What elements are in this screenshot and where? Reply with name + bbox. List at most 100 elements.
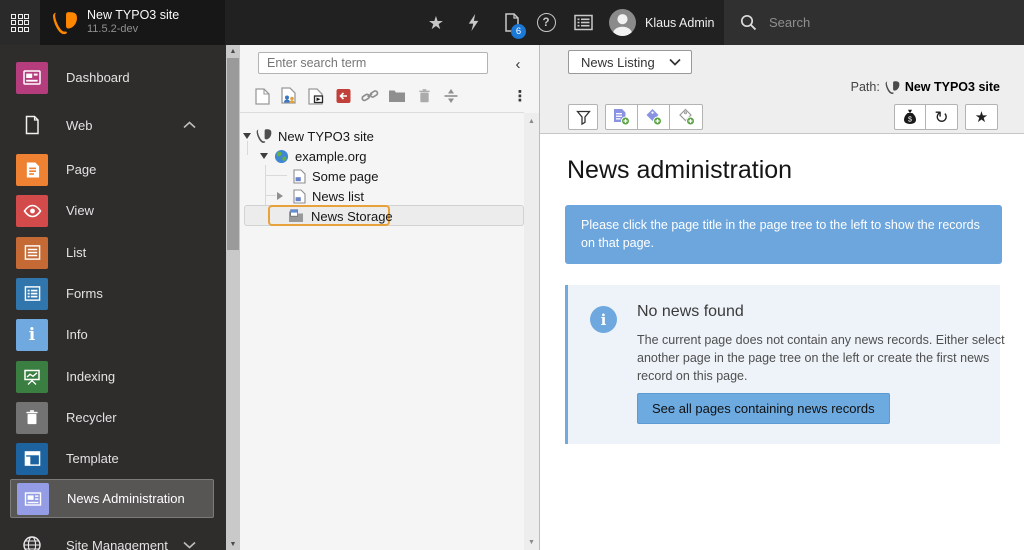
tree-node-label: News list xyxy=(312,189,364,204)
page-icon xyxy=(293,189,306,204)
sidebar-section-site-management[interactable]: Site Management xyxy=(10,529,214,550)
donate-button[interactable]: $ xyxy=(894,104,926,130)
opened-documents-button[interactable]: 6 xyxy=(496,8,526,37)
star-icon: ★ xyxy=(975,110,988,125)
sidebar-item-recycler[interactable]: Recycler xyxy=(10,397,214,438)
indexing-module-icon xyxy=(16,361,48,393)
new-tag-icon xyxy=(678,108,695,126)
add-tag-button[interactable] xyxy=(670,104,703,130)
topbar-search-input[interactable] xyxy=(769,15,969,30)
typo3-logo-gray-icon xyxy=(256,128,272,144)
topbar-search[interactable] xyxy=(724,0,1024,45)
scroll-down-arrow[interactable]: ▼ xyxy=(226,538,240,550)
brand-block[interactable]: New TYPO3 site 11.5.2-dev xyxy=(40,0,225,45)
news-administration-module-icon xyxy=(17,483,49,515)
template-module-icon xyxy=(16,443,48,475)
mount-point-icon[interactable] xyxy=(307,86,325,106)
scrollbar-thumb[interactable] xyxy=(227,58,239,250)
sidebar-item-label: Forms xyxy=(66,286,103,301)
chevron-down-icon xyxy=(669,58,681,66)
add-news-record-button[interactable] xyxy=(605,104,638,130)
sidebar-section-web[interactable]: Web xyxy=(10,109,214,141)
trash-icon[interactable] xyxy=(415,86,433,106)
folder-icon[interactable] xyxy=(388,86,406,106)
question-mark-icon: ? xyxy=(537,13,556,32)
module-function-select[interactable]: News Listing xyxy=(568,50,692,74)
sidebar-scrollbar[interactable]: ▲ ▼ xyxy=(226,45,240,550)
tree-toggle-collapsed-icon[interactable] xyxy=(277,192,283,200)
kebab-menu-icon[interactable]: ⋮ xyxy=(508,84,532,108)
tree-connector xyxy=(265,195,276,196)
sidebar-item-list[interactable]: List xyxy=(10,232,214,273)
log-list-icon xyxy=(574,14,593,31)
sidebar-item-forms[interactable]: Forms xyxy=(10,273,214,314)
module-menu-toggle-button[interactable] xyxy=(0,0,40,45)
link-icon[interactable] xyxy=(361,86,379,106)
grid-icon xyxy=(11,14,29,32)
sidebar-item-dashboard[interactable]: Dashboard xyxy=(10,57,214,98)
bookmark-shortcut-button[interactable]: ★ xyxy=(965,104,998,130)
news-storage-folder-icon xyxy=(288,209,304,223)
new-page-people-icon[interactable] xyxy=(280,86,298,106)
tree-node-root[interactable]: New TYPO3 site xyxy=(243,126,374,146)
search-icon xyxy=(740,14,757,31)
opened-documents-badge: 6 xyxy=(511,24,526,39)
user-menu[interactable]: Klaus Admin xyxy=(609,0,714,45)
info-module-icon: i xyxy=(16,319,48,351)
filter-button[interactable] xyxy=(568,104,598,130)
tree-node-news-list[interactable]: News list xyxy=(277,186,364,206)
bookmarks-button[interactable]: ★ xyxy=(421,8,451,37)
tree-scrollbar[interactable]: ▲ ▼ xyxy=(524,113,539,550)
tree-node-news-storage-selected[interactable]: News Storage xyxy=(288,206,393,226)
sidebar-item-label: Recycler xyxy=(66,410,117,425)
sidebar-item-label: Info xyxy=(66,327,88,342)
sidebar-item-info[interactable]: i Info xyxy=(10,314,214,355)
sidebar-item-indexing[interactable]: Indexing xyxy=(10,356,214,397)
sidebar-item-label: Indexing xyxy=(66,369,115,384)
view-module-icon xyxy=(16,195,48,227)
scroll-down-arrow[interactable]: ▼ xyxy=(524,536,539,548)
sidebar-item-template[interactable]: Template xyxy=(10,438,214,479)
new-page-drag-toolbar xyxy=(253,84,460,108)
tree-toggle-expanded-icon[interactable] xyxy=(243,133,251,139)
page-icon xyxy=(293,169,306,184)
breadcrumb: Path: New TYPO3 site xyxy=(851,79,1000,95)
forms-module-icon xyxy=(16,278,48,310)
scroll-up-arrow[interactable]: ▲ xyxy=(524,115,539,127)
help-button[interactable]: ? xyxy=(531,8,561,37)
globe-icon xyxy=(274,149,289,164)
divider-icon[interactable] xyxy=(442,86,460,106)
typo3-logo-gray-icon xyxy=(885,80,900,95)
tree-toggle-expanded-icon[interactable] xyxy=(260,153,268,159)
clear-cache-button[interactable] xyxy=(457,8,487,37)
tree-node-label: New TYPO3 site xyxy=(278,129,374,144)
funnel-icon xyxy=(576,110,591,125)
system-log-button[interactable] xyxy=(568,8,598,37)
tree-search-input[interactable] xyxy=(258,52,488,74)
collapse-tree-button[interactable]: ‹ xyxy=(506,54,530,74)
avatar xyxy=(609,9,636,36)
new-page-icon[interactable] xyxy=(253,86,271,106)
recycler-module-icon xyxy=(16,402,48,434)
sidebar-item-page[interactable]: Page xyxy=(10,149,214,190)
reload-button[interactable]: ↻ xyxy=(926,104,958,130)
scroll-up-arrow[interactable]: ▲ xyxy=(226,45,240,57)
tree-node-some-page[interactable]: Some page xyxy=(293,166,379,186)
person-icon xyxy=(609,9,636,36)
tree-node-example-org[interactable]: example.org xyxy=(260,146,367,166)
sidebar-item-label: News Administration xyxy=(67,491,185,506)
module-sidebar: Dashboard Web Page View List xyxy=(0,45,226,550)
globe-icon xyxy=(16,529,48,550)
typo3-backend: New TYPO3 site 11.5.2-dev ★ 6 ? xyxy=(0,0,1024,550)
tree-node-label: example.org xyxy=(295,149,367,164)
sidebar-item-news-administration[interactable]: News Administration xyxy=(10,479,214,518)
page-module-icon xyxy=(16,154,48,186)
chevron-down-icon xyxy=(183,541,196,549)
new-category-icon xyxy=(645,108,662,126)
see-all-pages-button[interactable]: See all pages containing news records xyxy=(637,393,890,424)
shortcut-red-icon[interactable] xyxy=(334,86,352,106)
selected-function-label: News Listing xyxy=(581,55,669,70)
sidebar-item-view[interactable]: View xyxy=(10,190,214,231)
add-category-button[interactable] xyxy=(638,104,670,130)
sidebar-item-label: List xyxy=(66,245,86,260)
